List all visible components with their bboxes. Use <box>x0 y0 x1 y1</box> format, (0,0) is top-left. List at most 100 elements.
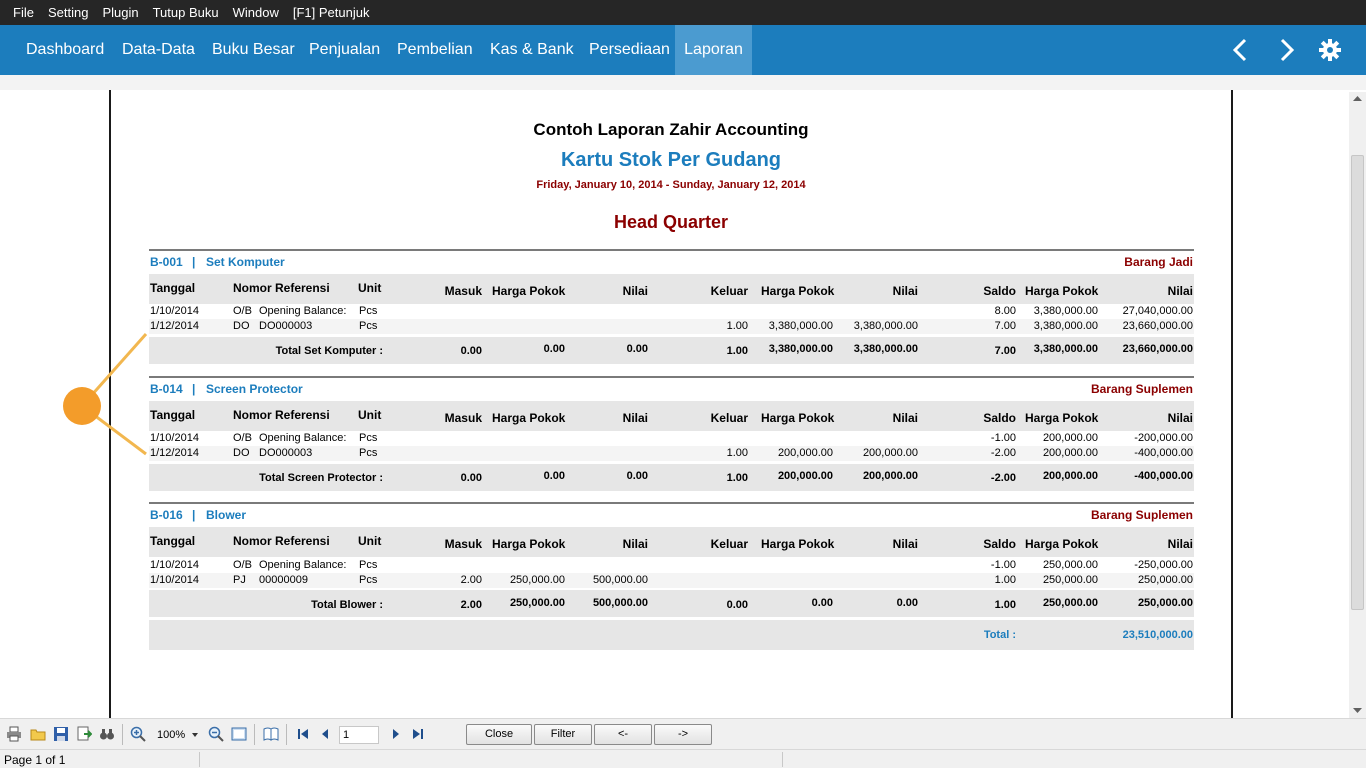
scroll-thumb[interactable] <box>1351 155 1364 610</box>
col-harga-pokok-saldo: Harga Pokok <box>1025 537 1099 551</box>
nav-data-data[interactable]: Data-Data <box>122 25 195 75</box>
report-warehouse: Head Quarter <box>613 212 729 232</box>
cell-ref-no: 00000009 <box>259 574 308 586</box>
menu-window[interactable]: Window <box>233 5 279 20</box>
menu-file[interactable]: File <box>13 5 34 20</box>
callout-annotation <box>63 333 148 456</box>
cell-unit: Pcs <box>359 432 378 444</box>
col-masuk: Masuk <box>444 284 482 298</box>
prev-page-icon[interactable] <box>317 726 333 742</box>
grand-total-label: Total : <box>983 629 1016 641</box>
chevron-left-icon[interactable] <box>1226 25 1254 75</box>
total-harga-saldo: 3,380,000.00 <box>1033 343 1098 355</box>
status-divider <box>199 752 200 767</box>
col-nomor-referensi: Nomor Referensi <box>233 408 330 422</box>
export-icon[interactable] <box>76 726 92 742</box>
cell-unit: Pcs <box>359 447 378 459</box>
cell-harga-keluar: 3,380,000.00 <box>768 320 833 332</box>
col-harga-pokok-masuk: Harga Pokok <box>492 284 566 298</box>
col-keluar: Keluar <box>710 284 748 298</box>
filter-button[interactable]: Filter <box>534 724 592 745</box>
cell-nilai-saldo: -400,000.00 <box>1134 447 1193 459</box>
group-separator: | <box>192 382 196 396</box>
cell-harga-saldo: 200,000.00 <box>1042 447 1098 459</box>
total-masuk: 0.00 <box>460 345 482 357</box>
cell-ref-no: Opening Balance: <box>259 432 347 444</box>
col-unit: Unit <box>358 408 382 422</box>
nav-persediaan[interactable]: Persediaan <box>589 25 670 75</box>
col-harga-pokok-masuk: Harga Pokok <box>492 537 566 551</box>
cell-ref-type: O/B <box>233 559 252 571</box>
col-masuk: Masuk <box>444 537 482 551</box>
first-page-icon[interactable] <box>295 726 311 742</box>
report-company: Contoh Laporan Zahir Accounting <box>533 120 809 139</box>
cell-ref-no: Opening Balance: <box>259 305 347 317</box>
group-divider <box>149 502 1194 504</box>
cell-saldo: -1.00 <box>990 432 1016 444</box>
group-divider <box>149 376 1194 378</box>
nav-dashboard[interactable]: Dashboard <box>26 25 104 75</box>
zoom-select[interactable]: 100% <box>152 726 200 744</box>
toolbar-separator <box>286 724 287 745</box>
gear-icon[interactable] <box>1316 25 1344 75</box>
group-name: Screen Protector <box>206 382 303 396</box>
last-page-icon[interactable] <box>410 726 426 742</box>
total-harga-masuk: 250,000.00 <box>509 597 565 609</box>
menu-setting[interactable]: Setting <box>48 5 88 20</box>
total-masuk: 0.00 <box>460 472 482 484</box>
print-icon[interactable] <box>6 726 22 742</box>
menu-tutup-buku[interactable]: Tutup Buku <box>153 5 219 20</box>
nav-pembelian[interactable]: Pembelian <box>397 25 473 75</box>
col-saldo: Saldo <box>983 537 1016 551</box>
col-nilai-saldo: Nilai <box>1167 411 1193 425</box>
zoom-out-icon[interactable] <box>208 726 224 742</box>
status-bar: Page 1 of 1 <box>0 749 1366 768</box>
nav-buku-besar[interactable]: Buku Besar <box>212 25 295 75</box>
cell-keluar: 1.00 <box>726 320 748 332</box>
zoom-value: 100% <box>157 729 186 741</box>
total-harga-saldo: 250,000.00 <box>1042 597 1098 609</box>
total-nilai-masuk: 0.00 <box>626 343 648 355</box>
cell-saldo: -1.00 <box>990 559 1016 571</box>
total-saldo: 1.00 <box>994 599 1016 611</box>
total-nilai-keluar: 200,000.00 <box>862 470 918 482</box>
col-tanggal: Tanggal <box>150 534 196 548</box>
group-category: Barang Suplemen <box>1090 508 1193 522</box>
nav-kas-bank[interactable]: Kas & Bank <box>490 25 574 75</box>
cell-harga-masuk: 250,000.00 <box>509 574 565 586</box>
zoom-in-icon[interactable] <box>130 726 146 742</box>
group-divider <box>149 249 1194 251</box>
menu-plugin[interactable]: Plugin <box>102 5 138 20</box>
cell-ref-type: O/B <box>233 305 252 317</box>
nav-penjualan[interactable]: Penjualan <box>309 25 380 75</box>
chevron-right-icon[interactable] <box>1273 25 1301 75</box>
save-icon[interactable] <box>53 726 69 742</box>
page-width-icon[interactable] <box>231 726 247 742</box>
open-icon[interactable] <box>30 726 46 742</box>
report-title: Kartu Stok Per Gudang <box>560 149 782 171</box>
page-number-input[interactable]: 1 <box>339 726 379 744</box>
book-icon[interactable] <box>263 726 279 742</box>
cell-harga-keluar: 200,000.00 <box>777 447 833 459</box>
find-icon[interactable] <box>99 726 115 742</box>
next-page-icon[interactable] <box>388 726 404 742</box>
cell-date: 1/10/2014 <box>150 574 199 586</box>
cell-ref-type: DO <box>233 320 250 332</box>
cell-ref-type: PJ <box>233 574 246 586</box>
cell-saldo: -2.00 <box>990 447 1016 459</box>
nav-laporan[interactable]: Laporan <box>675 25 752 75</box>
menu-help[interactable]: [F1] Petunjuk <box>293 5 370 20</box>
col-nomor-referensi: Nomor Referensi <box>233 534 330 548</box>
cell-ref-no: Opening Balance: <box>259 559 347 571</box>
cell-nilai-saldo: 250,000.00 <box>1137 574 1193 586</box>
report-period: Friday, January 10, 2014 - Sunday, Janua… <box>536 179 806 191</box>
col-nilai-masuk: Nilai <box>622 411 648 425</box>
next-button[interactable]: -> <box>654 724 712 745</box>
total-harga-masuk: 0.00 <box>543 343 565 355</box>
scroll-up-arrow-icon[interactable] <box>1353 95 1362 102</box>
scroll-down-arrow-icon[interactable] <box>1353 707 1362 714</box>
total-label: Total Blower : <box>311 599 383 611</box>
prev-button[interactable]: <- <box>594 724 652 745</box>
total-nilai-saldo: -400,000.00 <box>1134 470 1193 482</box>
close-button[interactable]: Close <box>466 724 532 745</box>
